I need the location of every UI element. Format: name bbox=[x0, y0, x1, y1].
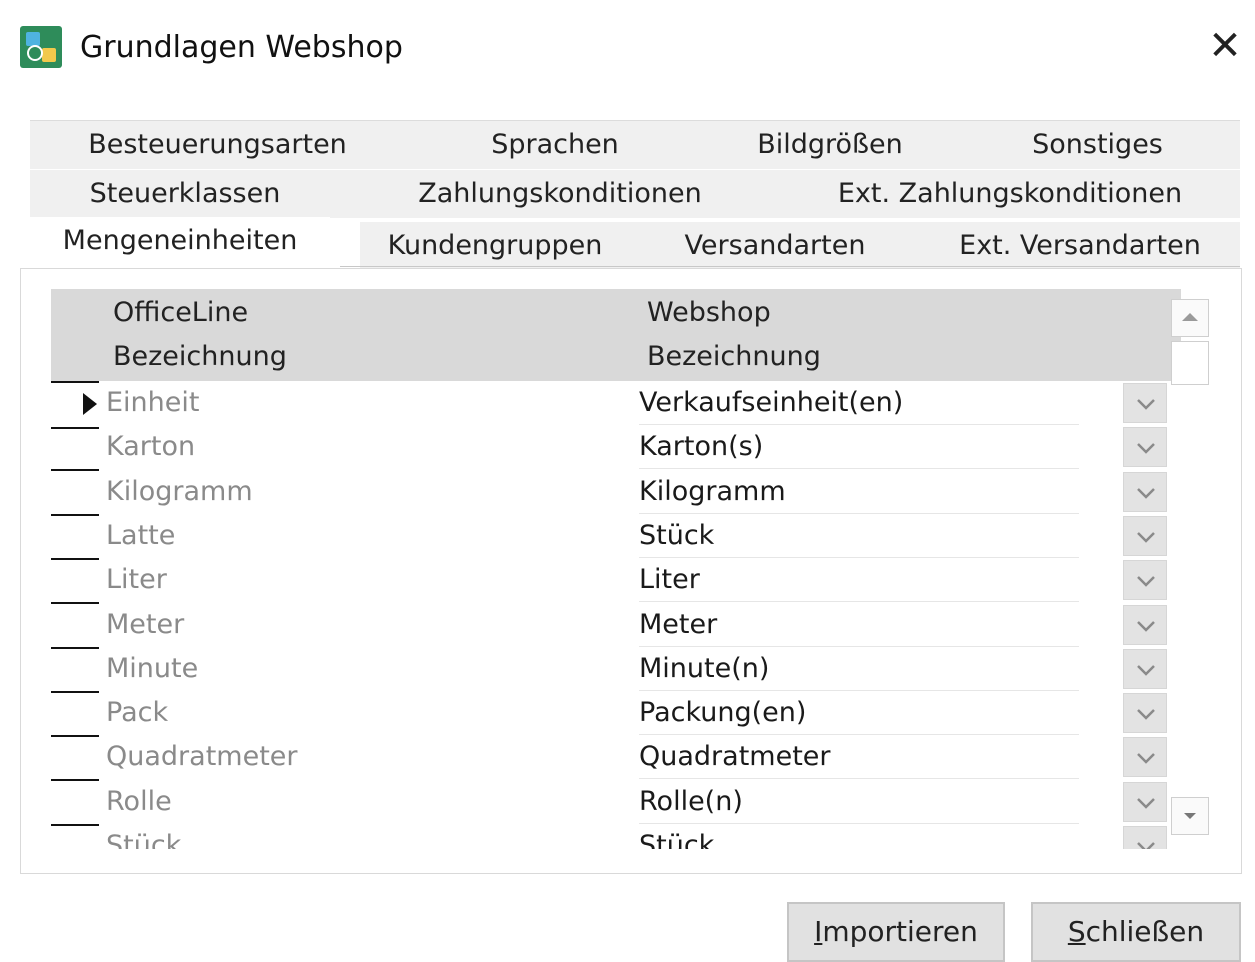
cell-officeline: Einheit bbox=[106, 387, 200, 418]
row-indicator[interactable] bbox=[51, 647, 99, 693]
table-row[interactable]: Meter Meter bbox=[51, 603, 1181, 649]
row-indicator[interactable] bbox=[51, 780, 99, 826]
tab-panel-mengeneinheiten: OfficeLine Bezeichnung Webshop Bezeichnu… bbox=[20, 268, 1242, 874]
tab-bildgroessen[interactable]: Bildgrößen bbox=[705, 121, 955, 169]
chevron-down-icon[interactable] bbox=[1123, 427, 1167, 468]
cell-officeline: Pack bbox=[106, 697, 169, 729]
row-indicator[interactable] bbox=[51, 735, 99, 782]
import-button-label: mportieren bbox=[822, 915, 978, 948]
row-indicator[interactable] bbox=[51, 603, 99, 649]
header-officeline-bezeichnung: Bezeichnung bbox=[113, 341, 287, 372]
cell-webshop[interactable]: Packung(en) bbox=[639, 691, 1079, 736]
cell-webshop[interactable]: Verkaufseinheit(en) bbox=[639, 381, 1079, 425]
table-row[interactable]: Pack Packung(en) bbox=[51, 691, 1181, 738]
cell-webshop[interactable]: Rolle(n) bbox=[639, 780, 1079, 824]
header-webshop: Webshop bbox=[647, 297, 771, 328]
tab-zahlungskonditionen[interactable]: Zahlungskonditionen bbox=[340, 170, 780, 218]
tab-sprachen[interactable]: Sprachen bbox=[405, 121, 705, 169]
window-title: Grundlagen Webshop bbox=[80, 30, 403, 65]
cell-webshop[interactable]: Karton(s) bbox=[639, 425, 1079, 470]
close-button-label: chließen bbox=[1085, 915, 1205, 948]
cell-officeline: Stück bbox=[106, 830, 182, 849]
row-indicator[interactable] bbox=[51, 514, 99, 560]
tab-versandarten[interactable]: Versandarten bbox=[630, 222, 920, 270]
tab-besteuerungsarten[interactable]: Besteuerungsarten bbox=[30, 121, 405, 169]
cell-webshop[interactable]: Liter bbox=[639, 558, 1079, 603]
table-row[interactable]: Stück Stück bbox=[51, 824, 1181, 849]
table-row[interactable]: Latte Stück bbox=[51, 514, 1181, 560]
table-row[interactable]: Rolle Rolle(n) bbox=[51, 780, 1181, 826]
current-row-arrow-icon bbox=[83, 393, 97, 415]
import-button[interactable]: Importieren bbox=[787, 902, 1005, 962]
close-button-mnemonic: S bbox=[1067, 915, 1086, 948]
scroll-down-icon[interactable] bbox=[1171, 797, 1209, 835]
chevron-down-icon[interactable] bbox=[1123, 471, 1167, 512]
row-indicator[interactable] bbox=[51, 691, 99, 738]
tab-sonstiges[interactable]: Sonstiges bbox=[955, 121, 1240, 169]
chevron-down-icon[interactable] bbox=[1123, 604, 1167, 645]
table-row[interactable]: Quadratmeter Quadratmeter bbox=[51, 735, 1181, 782]
tab-ext-versandarten[interactable]: Ext. Versandarten bbox=[920, 222, 1240, 270]
chevron-down-icon[interactable] bbox=[1123, 648, 1167, 689]
cell-officeline: Liter bbox=[106, 564, 167, 596]
tab-row-2: Steuerklassen Zahlungskonditionen Ext. Z… bbox=[30, 170, 1240, 220]
chevron-down-icon[interactable] bbox=[1123, 560, 1167, 601]
chevron-down-icon[interactable] bbox=[1123, 383, 1167, 423]
tab-divider bbox=[340, 266, 1240, 267]
row-indicator[interactable] bbox=[51, 824, 99, 849]
table-row[interactable]: Minute Minute(n) bbox=[51, 647, 1181, 693]
scroll-up-icon[interactable] bbox=[1171, 299, 1209, 337]
tab-row-1: Besteuerungsarten Sprachen Bildgrößen So… bbox=[30, 120, 1240, 171]
cell-officeline: Minute bbox=[106, 652, 199, 684]
cell-officeline: Kilogramm bbox=[106, 475, 253, 507]
cell-officeline: Karton bbox=[106, 431, 196, 463]
chevron-down-icon[interactable] bbox=[1123, 781, 1167, 822]
grid-header: OfficeLine Bezeichnung Webshop Bezeichnu… bbox=[51, 289, 1181, 381]
cell-webshop[interactable]: Kilogramm bbox=[639, 470, 1079, 514]
row-indicator[interactable] bbox=[51, 425, 99, 472]
header-webshop-bezeichnung: Bezeichnung bbox=[647, 341, 821, 372]
cell-officeline: Latte bbox=[106, 519, 176, 551]
grid-scrollbar[interactable] bbox=[1171, 299, 1211, 839]
tab-ext-zahlungskonditionen[interactable]: Ext. Zahlungskonditionen bbox=[780, 170, 1240, 218]
row-indicator[interactable] bbox=[51, 470, 99, 516]
units-grid: OfficeLine Bezeichnung Webshop Bezeichnu… bbox=[51, 289, 1181, 849]
tab-kundengruppen[interactable]: Kundengruppen bbox=[360, 222, 630, 270]
close-button[interactable]: Schließen bbox=[1031, 902, 1241, 962]
tab-steuerklassen[interactable]: Steuerklassen bbox=[30, 170, 340, 218]
table-row[interactable]: Karton Karton(s) bbox=[51, 425, 1181, 472]
row-indicator[interactable] bbox=[51, 381, 99, 429]
cell-webshop[interactable]: Stück bbox=[639, 824, 1079, 849]
table-row[interactable]: Kilogramm Kilogramm bbox=[51, 470, 1181, 516]
table-row[interactable]: Einheit Verkaufseinheit(en) bbox=[51, 381, 1181, 429]
table-row[interactable]: Liter Liter bbox=[51, 558, 1181, 605]
tab-row-3: Mengeneinheiten Kundengruppen Versandart… bbox=[30, 217, 1240, 270]
chevron-down-icon[interactable] bbox=[1123, 826, 1167, 849]
chevron-down-icon[interactable] bbox=[1123, 515, 1167, 556]
scroll-thumb[interactable] bbox=[1171, 341, 1209, 385]
tab-mengeneinheiten[interactable]: Mengeneinheiten bbox=[30, 217, 330, 269]
row-indicator[interactable] bbox=[51, 558, 99, 605]
header-officeline: OfficeLine bbox=[113, 297, 249, 328]
cell-officeline: Quadratmeter bbox=[106, 741, 298, 773]
cell-webshop[interactable]: Quadratmeter bbox=[639, 735, 1079, 780]
chevron-down-icon[interactable] bbox=[1123, 737, 1167, 778]
cell-webshop[interactable]: Stück bbox=[639, 514, 1079, 558]
chevron-down-icon[interactable] bbox=[1123, 693, 1167, 734]
cell-officeline: Rolle bbox=[106, 785, 172, 817]
close-icon[interactable]: ✕ bbox=[1203, 24, 1247, 68]
cell-officeline: Meter bbox=[106, 608, 185, 640]
app-icon bbox=[20, 26, 62, 68]
cell-webshop[interactable]: Meter bbox=[639, 603, 1079, 647]
cell-webshop[interactable]: Minute(n) bbox=[639, 647, 1079, 691]
